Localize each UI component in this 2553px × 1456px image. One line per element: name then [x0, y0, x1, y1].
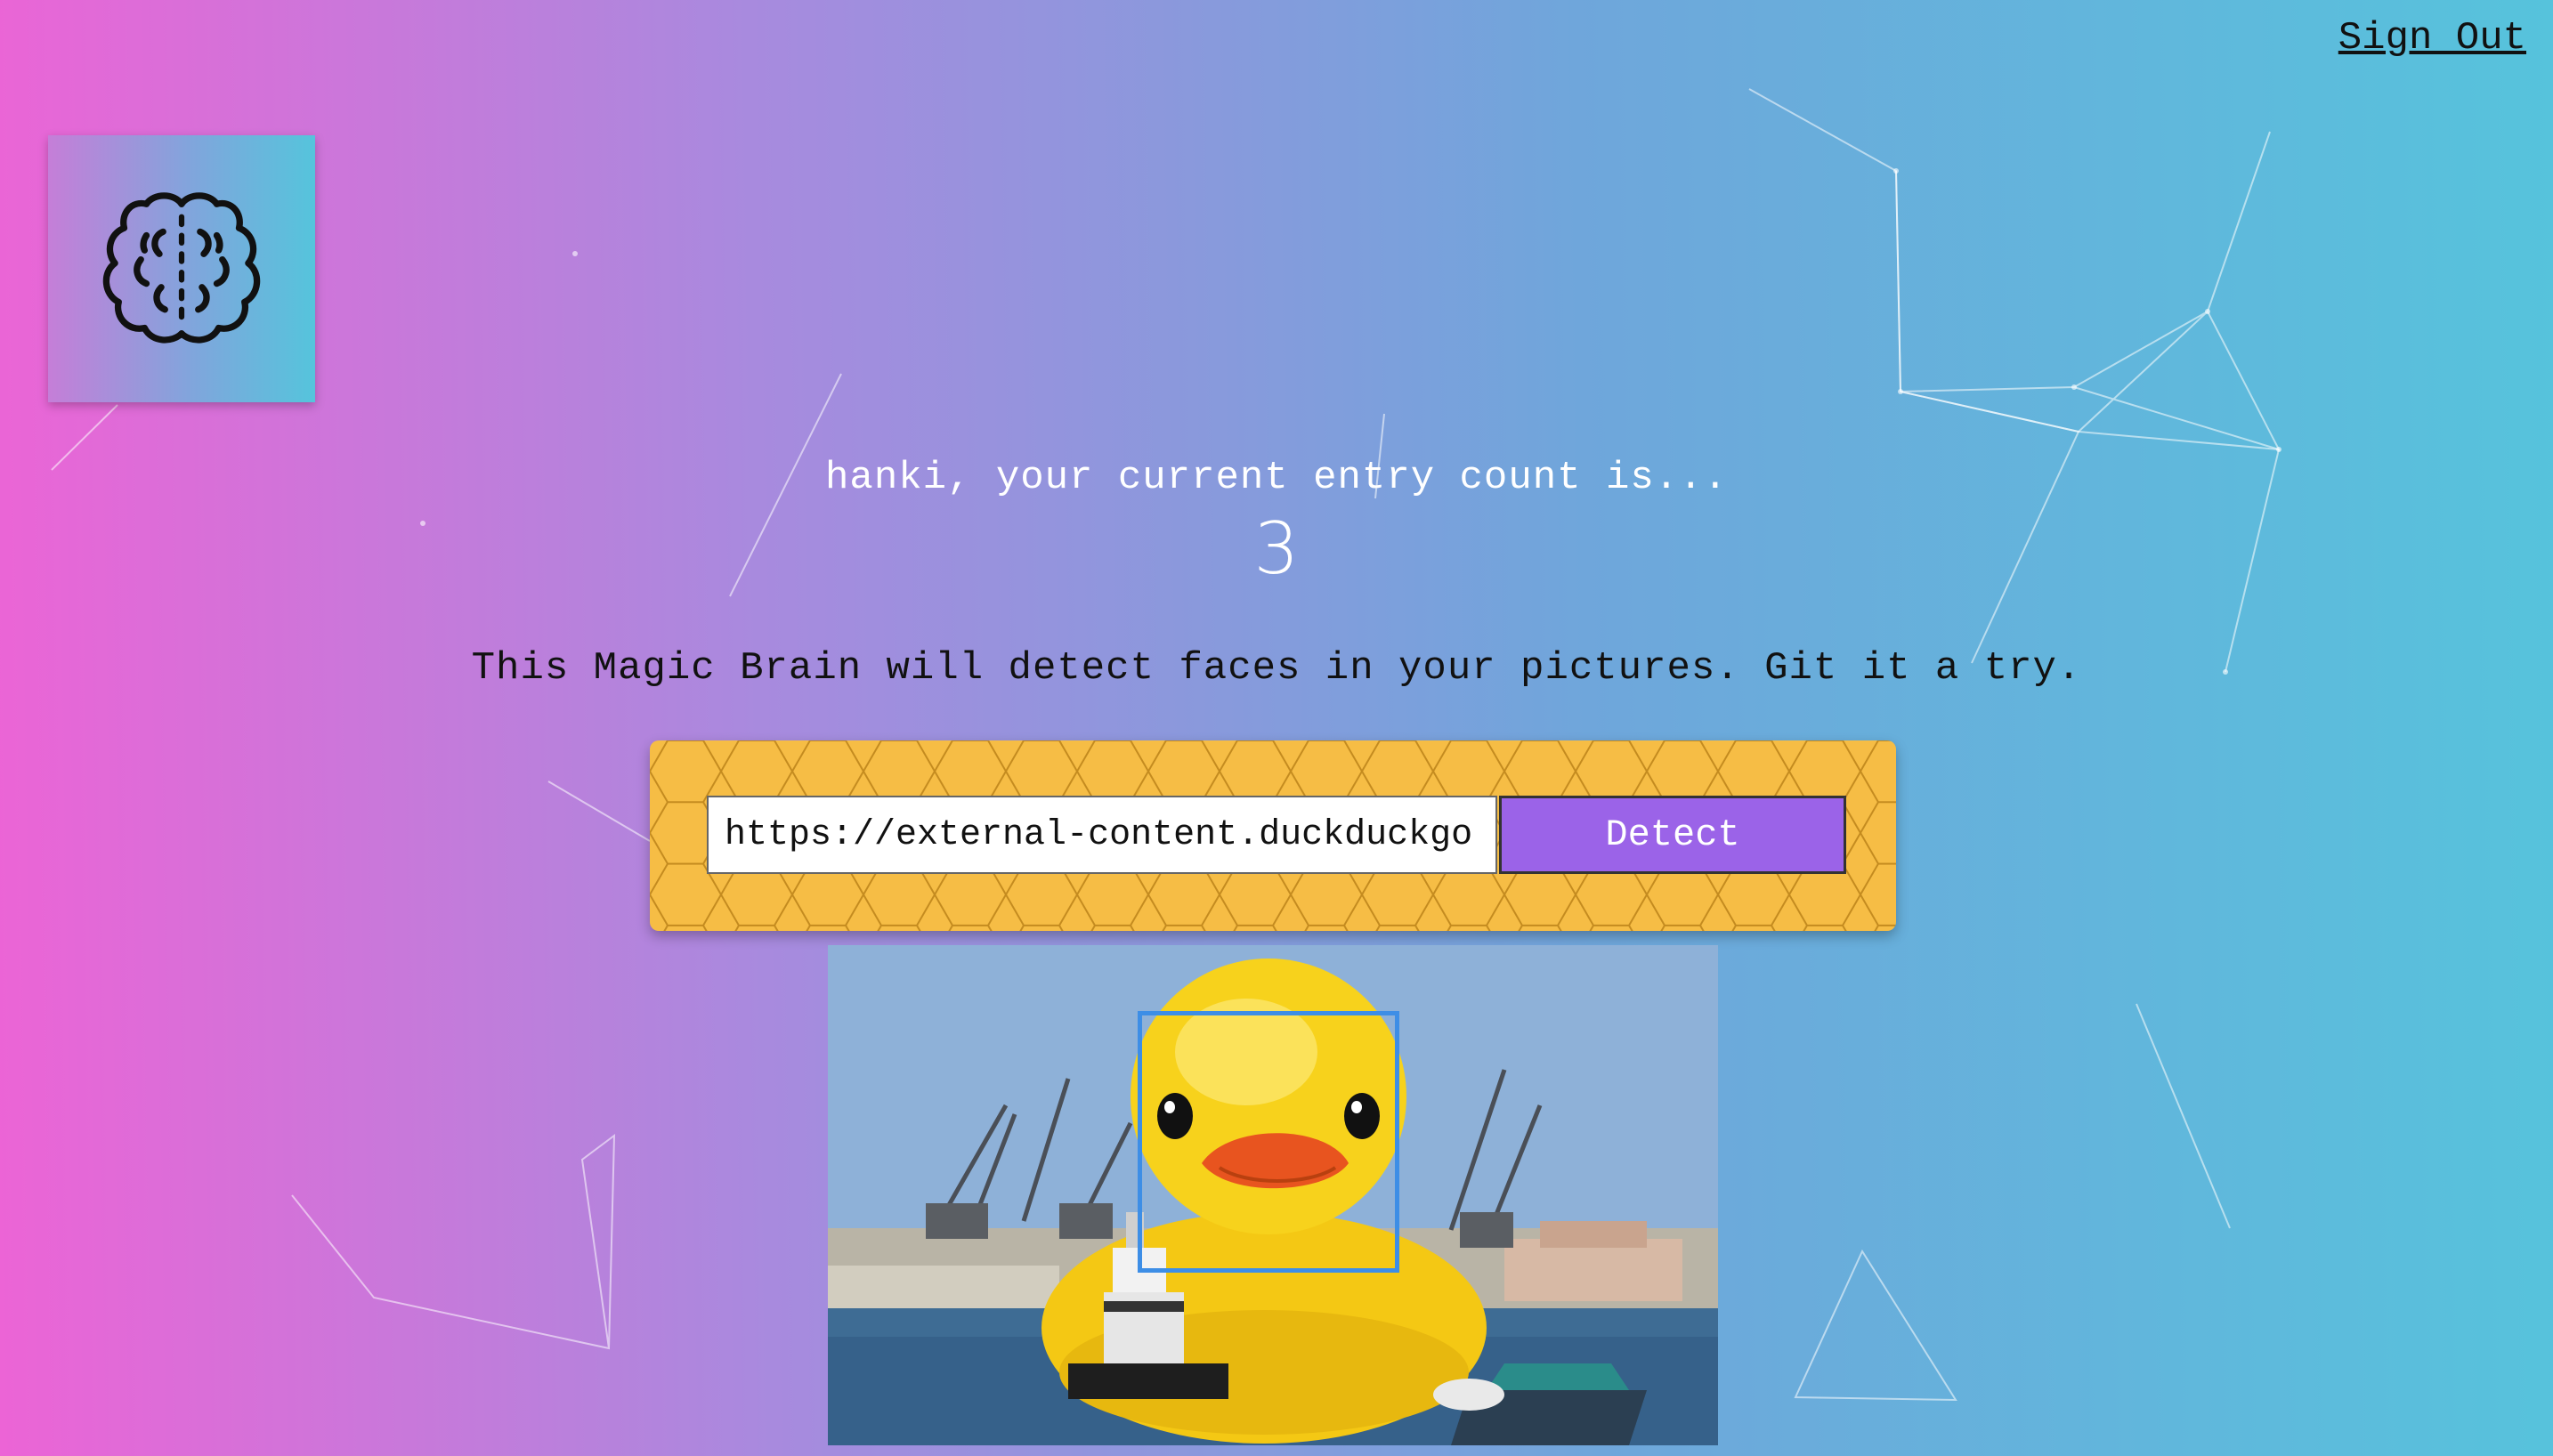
logo-card [48, 135, 315, 402]
detection-image [828, 945, 1718, 1445]
sign-out-link[interactable]: Sign Out [2338, 16, 2526, 61]
brain-icon [102, 192, 261, 344]
url-form-panel: Detect [650, 740, 1896, 931]
entry-count-value: 3 [1253, 507, 1300, 590]
image-url-input[interactable] [707, 796, 1497, 874]
tagline: This Magic Brain will detect faces in yo… [471, 646, 2082, 691]
detect-button[interactable]: Detect [1499, 796, 1846, 874]
face-bounding-box [1138, 1011, 1399, 1273]
entry-count-label: hanki, your current entry count is... [825, 456, 1728, 500]
